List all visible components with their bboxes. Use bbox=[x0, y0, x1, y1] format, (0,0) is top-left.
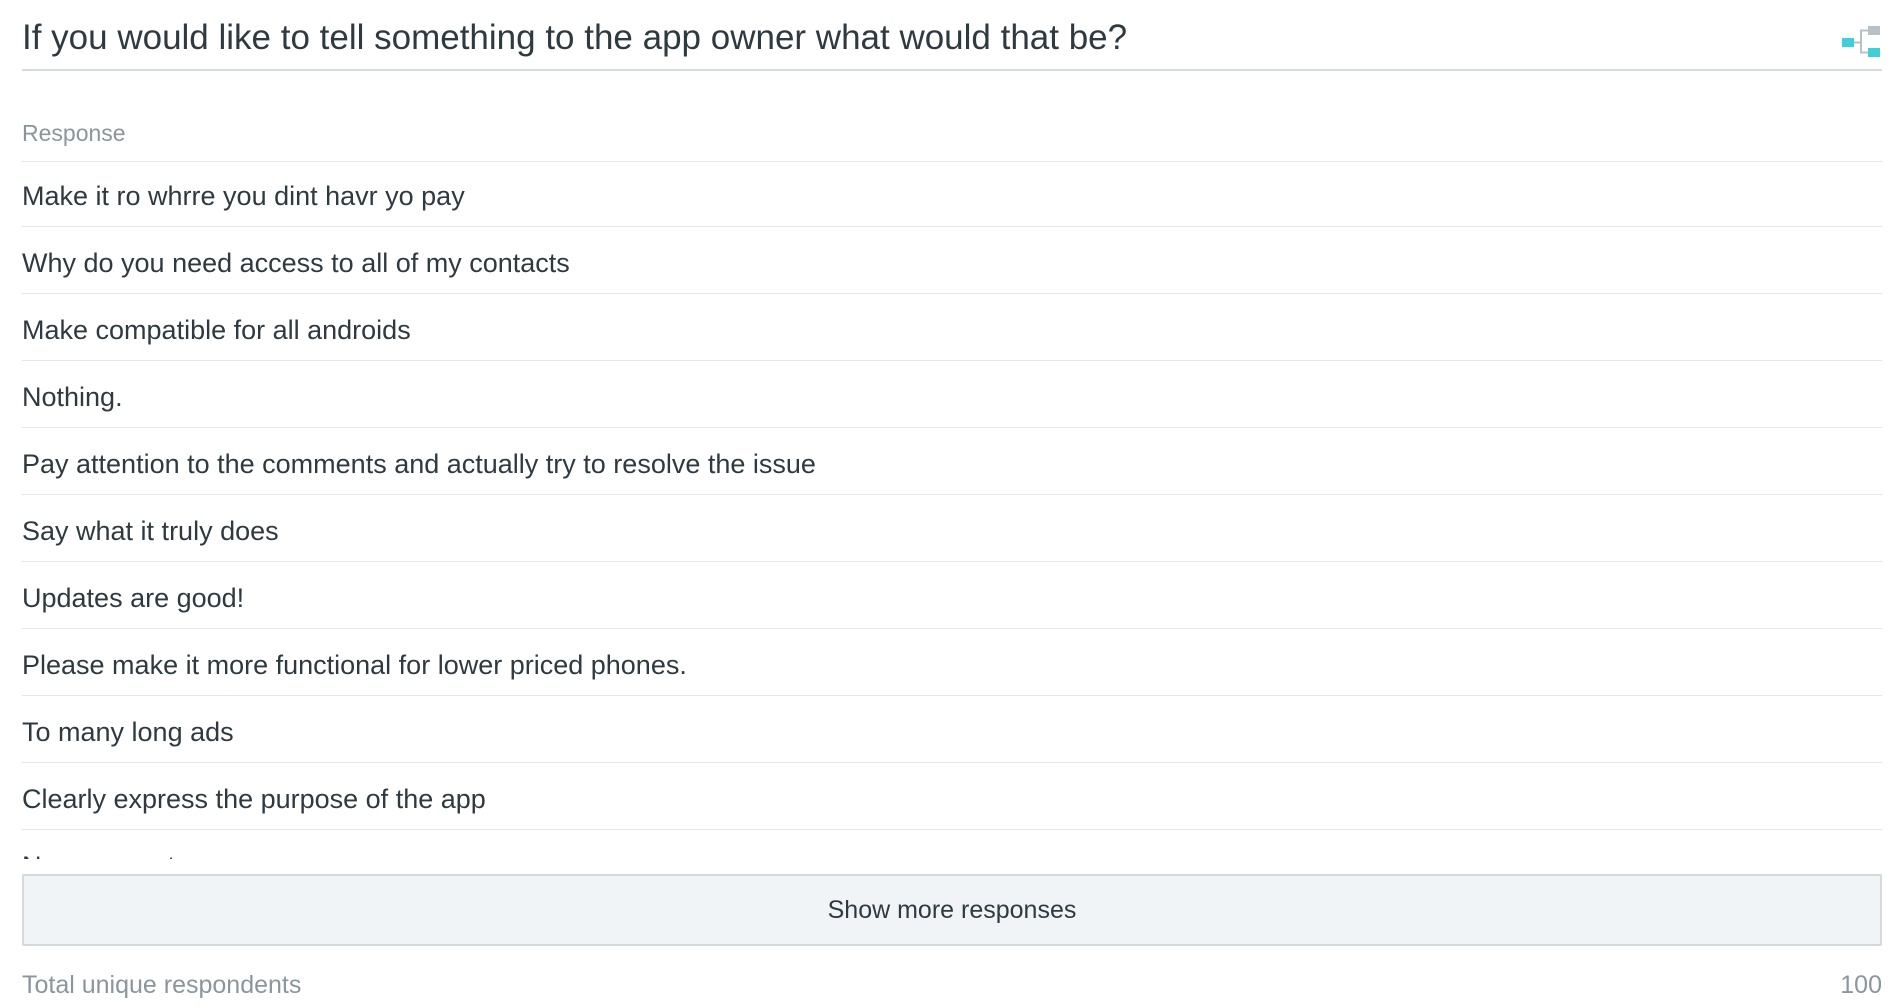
response-text: No comment bbox=[22, 849, 175, 859]
response-column-label: Response bbox=[22, 120, 126, 146]
respondents-footer: Total unique respondents 100 bbox=[22, 965, 1882, 1005]
response-list: Make it ro whrre you dint havr yo pay Wh… bbox=[22, 160, 1882, 859]
response-row: Say what it truly does bbox=[22, 495, 1882, 562]
response-row: Pay attention to the comments and actual… bbox=[22, 428, 1882, 495]
response-row: No comment bbox=[22, 830, 1882, 859]
response-row: Updates are good! bbox=[22, 562, 1882, 629]
response-text: Nothing. bbox=[22, 382, 123, 412]
response-text: Make it ro whrre you dint havr yo pay bbox=[22, 181, 465, 211]
response-column-header: Response bbox=[22, 71, 1882, 162]
response-text: Please make it more functional for lower… bbox=[22, 650, 687, 680]
response-row: Make it ro whrre you dint havr yo pay bbox=[22, 160, 1882, 227]
branch-logic-icon[interactable] bbox=[1842, 26, 1882, 58]
total-respondents-label: Total unique respondents bbox=[22, 971, 302, 999]
response-row: Please make it more functional for lower… bbox=[22, 629, 1882, 696]
question-header: If you would like to tell something to t… bbox=[22, 0, 1882, 71]
total-respondents-value: 100 bbox=[1840, 971, 1882, 999]
response-row: Clearly express the purpose of the app bbox=[22, 763, 1882, 830]
response-row: Nothing. bbox=[22, 361, 1882, 428]
response-text: Updates are good! bbox=[22, 583, 245, 613]
response-text: To many long ads bbox=[22, 717, 234, 747]
response-text: Clearly express the purpose of the app bbox=[22, 784, 486, 814]
response-text: Why do you need access to all of my cont… bbox=[22, 248, 570, 278]
response-row: To many long ads bbox=[22, 696, 1882, 763]
response-text: Make compatible for all androids bbox=[22, 315, 411, 345]
response-list-window[interactable]: Make it ro whrre you dint havr yo pay Wh… bbox=[22, 160, 1882, 859]
response-text: Say what it truly does bbox=[22, 516, 279, 546]
show-more-responses-button[interactable]: Show more responses bbox=[22, 874, 1882, 946]
response-row: Make compatible for all androids bbox=[22, 294, 1882, 361]
question-panel: If you would like to tell something to t… bbox=[22, 0, 1882, 999]
response-row: Why do you need access to all of my cont… bbox=[22, 227, 1882, 294]
question-title: If you would like to tell something to t… bbox=[22, 18, 1128, 57]
response-text: Pay attention to the comments and actual… bbox=[22, 449, 816, 479]
